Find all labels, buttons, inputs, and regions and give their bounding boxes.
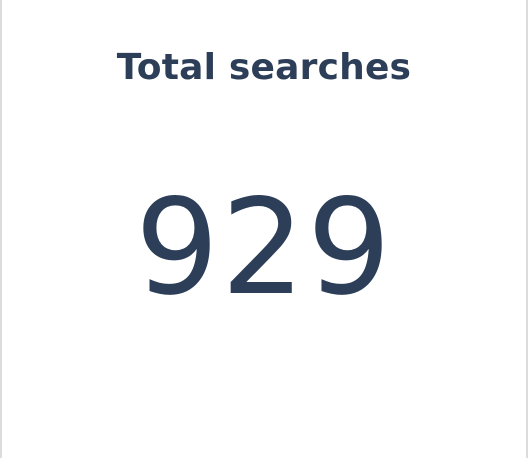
total-searches-card: Total searches 929 [0,0,528,458]
card-title: Total searches [116,47,412,88]
total-searches-value: 929 [135,171,393,325]
